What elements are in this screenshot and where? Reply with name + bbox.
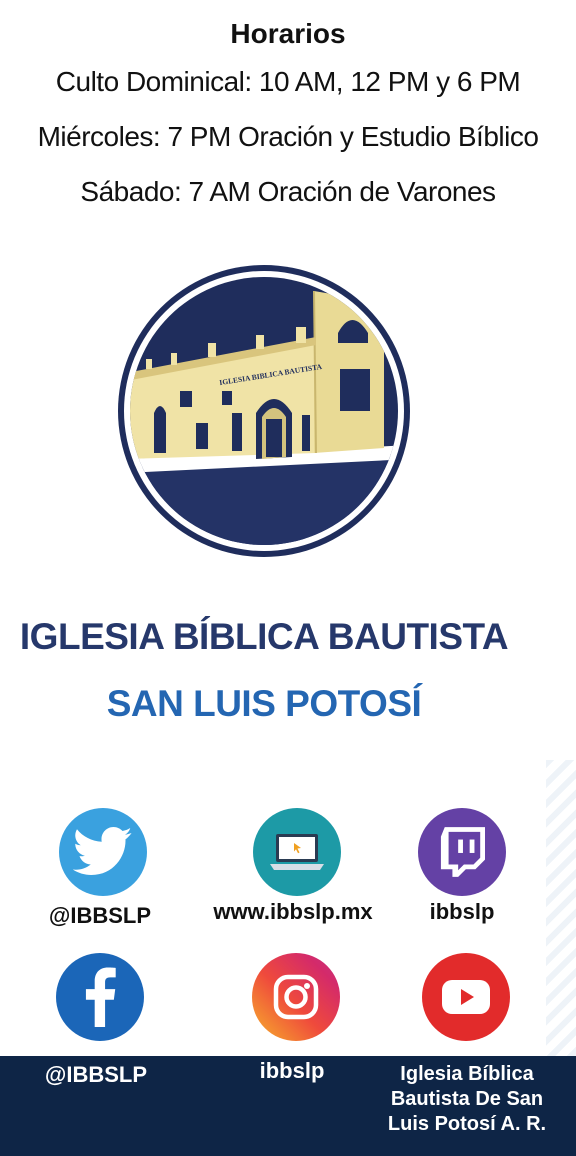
church-name: IGLESIA BÍBLICA BAUTISTA [19, 616, 509, 657]
facebook-icon[interactable] [56, 953, 144, 1041]
schedule-section: Horarios Culto Dominical: 10 AM, 12 PM y… [0, 14, 576, 219]
youtube-channel-name[interactable]: Iglesia Bíblica Bautista De San Luis Pot… [384, 1062, 550, 1137]
instagram-handle[interactable]: ibbslp [230, 1058, 354, 1084]
facebook-handle[interactable]: @IBBSLP [26, 1062, 166, 1088]
youtube-channel-line: Luis Potosí A. R. [387, 1113, 547, 1135]
footer-bar: @IBBSLP ibbslp Iglesia Bíblica Bautista … [0, 1056, 576, 1156]
laptop-icon[interactable] [253, 808, 341, 896]
schedule-sunday: Culto Dominical: 10 AM, 12 PM y 6 PM [55, 66, 521, 97]
twitter-handle[interactable]: @IBBSLP [30, 903, 170, 929]
schedule-title: Horarios [230, 18, 346, 49]
schedule-saturday: Sábado: 7 AM Oración de Varones [80, 176, 496, 207]
youtube-icon[interactable] [422, 953, 510, 1041]
twitter-icon[interactable] [59, 808, 147, 896]
website-url[interactable]: www.ibbslp.mx [196, 899, 390, 925]
schedule-wednesday: Miércoles: 7 PM Oración y Estudio Bíblic… [37, 121, 539, 152]
church-city: SAN LUIS POTOSÍ [106, 683, 422, 724]
church-logo: IGLESIA BIBLICA BAUTISTA [118, 265, 410, 557]
twitch-handle[interactable]: ibbslp [398, 899, 526, 925]
decorative-stripes [546, 760, 576, 1060]
youtube-channel-line: Iglesia Bíblica [400, 1063, 534, 1085]
youtube-channel-line: Bautista De San [390, 1088, 544, 1110]
instagram-icon[interactable] [252, 953, 340, 1041]
twitch-icon[interactable] [418, 808, 506, 896]
